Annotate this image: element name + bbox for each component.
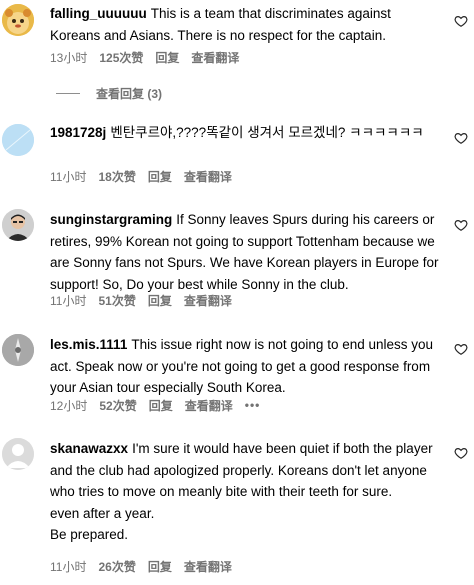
comment-username[interactable]: 1981728j bbox=[50, 125, 106, 140]
comment-text: 1981728j 벤탄쿠르야,????똑같이 생겨서 모르겠네? ㅋㅋㅋㅋㅋㅋ bbox=[50, 122, 440, 144]
likes-count[interactable]: 26次赞 bbox=[98, 558, 135, 575]
more-options-button[interactable]: ••• bbox=[245, 398, 261, 412]
comment-username[interactable]: falling_uuuuuu bbox=[50, 6, 147, 21]
avatar[interactable] bbox=[2, 334, 34, 366]
heart-icon[interactable] bbox=[454, 131, 468, 145]
avatar[interactable] bbox=[2, 124, 34, 156]
heart-icon[interactable] bbox=[454, 14, 468, 28]
view-replies-label: 查看回复 (3) bbox=[96, 86, 163, 101]
translate-button[interactable]: 查看翻译 bbox=[184, 168, 232, 185]
view-replies-button[interactable]: 查看回复 (3) bbox=[50, 84, 162, 102]
comment-content-line: Be prepared. bbox=[50, 527, 129, 542]
divider-line bbox=[56, 92, 80, 94]
comment-username[interactable]: skanawazxx bbox=[50, 441, 128, 456]
comment-time: 12小时 bbox=[50, 398, 88, 413]
translate-button[interactable]: 查看翻译 bbox=[184, 292, 232, 309]
comment-time: 11小时 bbox=[50, 169, 87, 184]
comment-item: 1981728j 벤탄쿠르야,????똑같이 생겨서 모르겠네? ㅋㅋㅋㅋㅋㅋ 1… bbox=[0, 118, 474, 198]
comment-time: 13小时 bbox=[50, 50, 88, 65]
comment-username[interactable]: sunginstargraming bbox=[50, 212, 172, 227]
avatar[interactable] bbox=[2, 438, 34, 470]
comment-meta: 13小时 125次赞 回复 查看翻译 bbox=[50, 48, 251, 66]
comment-item: sunginstargraming If Sonny leaves Spurs d… bbox=[0, 207, 474, 317]
likes-count[interactable]: 51次赞 bbox=[98, 292, 135, 309]
comment-item: les.mis.1111 This issue right now is not … bbox=[0, 332, 474, 422]
reply-button[interactable]: 回复 bbox=[148, 168, 172, 185]
translate-button[interactable]: 查看翻译 bbox=[185, 397, 233, 414]
translate-button[interactable]: 查看翻译 bbox=[184, 558, 232, 575]
comment-meta: 11小时 51次赞 回复 查看翻译 bbox=[50, 291, 244, 309]
comment-text: sunginstargraming If Sonny leaves Spurs d… bbox=[50, 209, 440, 295]
comment-text: les.mis.1111 This issue right now is not … bbox=[50, 334, 440, 399]
avatar[interactable] bbox=[2, 209, 34, 241]
comment-text: skanawazxx I'm sure it would have been qu… bbox=[50, 438, 440, 546]
reply-button[interactable]: 回复 bbox=[155, 49, 179, 66]
comment-username[interactable]: les.mis.1111 bbox=[50, 337, 127, 352]
heart-icon[interactable] bbox=[454, 342, 468, 356]
likes-count[interactable]: 52次赞 bbox=[99, 397, 136, 414]
avatar[interactable] bbox=[2, 4, 34, 36]
reply-button[interactable]: 回复 bbox=[148, 292, 172, 309]
comment-meta: 11小时 18次赞 回复 查看翻译 bbox=[50, 167, 244, 185]
comment-meta: 12小时 52次赞 回复 查看翻译 ••• bbox=[50, 396, 272, 414]
reply-button[interactable]: 回复 bbox=[149, 397, 173, 414]
heart-icon[interactable] bbox=[454, 446, 468, 460]
heart-icon[interactable] bbox=[454, 218, 468, 232]
comment-time: 11小时 bbox=[50, 559, 87, 574]
reply-button[interactable]: 回复 bbox=[148, 558, 172, 575]
translate-button[interactable]: 查看翻译 bbox=[191, 49, 239, 66]
comment-text: falling_uuuuuu This is a team that discri… bbox=[50, 3, 440, 46]
comment-content-line: even after a year. bbox=[50, 505, 155, 521]
comment-item: skanawazxx I'm sure it would have been qu… bbox=[0, 436, 474, 585]
comment-meta: 11小时 26次赞 回复 查看翻译 bbox=[50, 557, 244, 575]
comment-content: 벤탄쿠르야,????똑같이 생겨서 모르겠네? ㅋㅋㅋㅋㅋㅋ bbox=[110, 125, 424, 140]
likes-count[interactable]: 18次赞 bbox=[98, 168, 135, 185]
comment-time: 11小时 bbox=[50, 293, 87, 308]
likes-count[interactable]: 125次赞 bbox=[99, 49, 143, 66]
comment-item: falling_uuuuuu This is a team that discri… bbox=[0, 0, 474, 95]
